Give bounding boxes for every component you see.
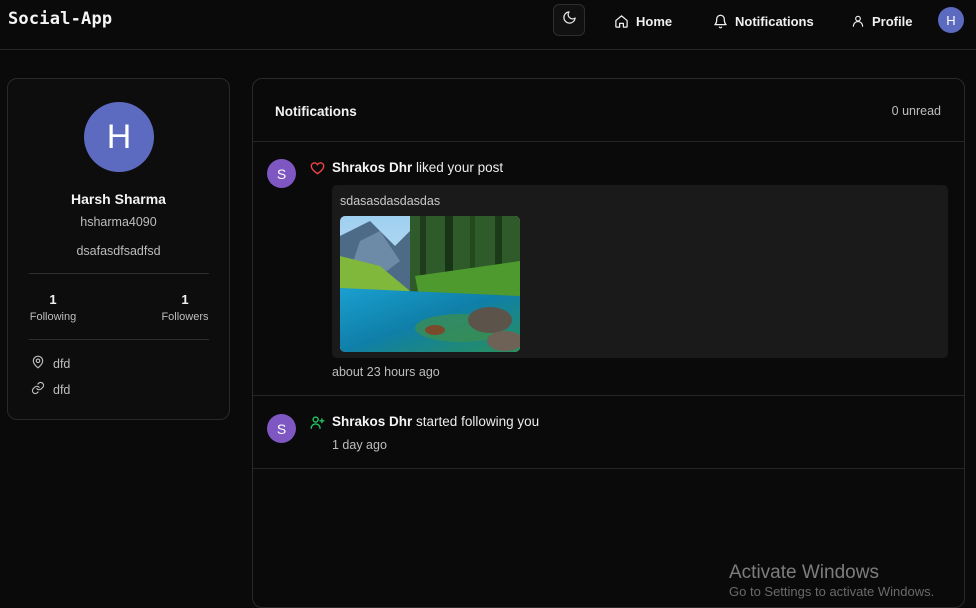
nav-notifications-label: Notifications [735, 13, 814, 29]
profile-name[interactable]: Harsh Sharma [8, 191, 229, 207]
notifications-title: Notifications [275, 104, 357, 119]
post-preview[interactable]: sdasasdasdasdas [332, 185, 948, 358]
website-text[interactable]: dfd [53, 383, 70, 397]
profile-location: dfd [31, 355, 70, 372]
divider [253, 395, 964, 396]
profile-website[interactable]: dfd [31, 381, 70, 398]
followers-count: 1 [181, 292, 189, 307]
profile-card: H Harsh Sharma hsharma4090 dsafasdfsadfs… [7, 78, 230, 420]
profile-bio: dsafasdfsadfsd [76, 244, 161, 258]
divider [29, 339, 209, 340]
unread-count: 0 unread [891, 104, 941, 118]
map-pin-icon [31, 355, 45, 372]
activate-windows-watermark: Activate Windows [729, 562, 879, 583]
following-label: Following [29, 311, 77, 323]
profile-username: hsharma4090 [80, 215, 157, 229]
heart-icon [310, 161, 325, 180]
moon-icon [562, 10, 577, 30]
divider [29, 273, 209, 274]
post-image[interactable] [340, 216, 520, 352]
app-brand[interactable]: Social-App [8, 9, 112, 29]
user-plus-icon [310, 415, 325, 434]
followers-label: Followers [161, 311, 209, 323]
notification-user[interactable]: Shrakos Dhr [332, 414, 412, 429]
theme-toggle-button[interactable] [553, 4, 585, 36]
post-text: sdasasdasdasdas [340, 194, 441, 208]
notification-avatar[interactable]: S [267, 159, 296, 188]
following-stat[interactable]: 1 Following [23, 292, 83, 323]
divider [253, 468, 964, 469]
notification-action: started following you [416, 414, 540, 429]
nav-profile-link[interactable]: Profile [851, 12, 912, 30]
user-avatar-button[interactable]: H [938, 7, 964, 33]
activate-windows-subtext: Go to Settings to activate Windows. [729, 584, 935, 599]
notification-user[interactable]: Shrakos Dhr [332, 160, 412, 175]
profile-avatar[interactable]: H [84, 102, 154, 172]
link-icon [31, 381, 45, 398]
bell-icon [713, 14, 728, 29]
location-text: dfd [53, 356, 71, 371]
notification-action: liked your post [416, 160, 504, 175]
nav-home-label: Home [636, 13, 673, 29]
nav-home-link[interactable]: Home [614, 12, 672, 30]
user-icon [851, 14, 865, 28]
notification-text: Shrakos Dhr liked your post [332, 160, 503, 175]
notification-avatar[interactable]: S [267, 414, 296, 443]
following-count: 1 [49, 292, 57, 307]
nav-notifications-link[interactable]: Notifications [713, 12, 814, 30]
nav-profile-label: Profile [872, 13, 913, 29]
notification-time: about 23 hours ago [332, 365, 440, 379]
divider [253, 141, 964, 142]
notifications-panel: Notifications 0 unread S Shrakos Dhr lik… [252, 78, 965, 608]
top-navbar: Social-App Home Notifications Profile H [0, 0, 976, 50]
followers-stat[interactable]: 1 Followers [155, 292, 215, 323]
notification-text: Shrakos Dhr started following you [332, 414, 539, 429]
home-icon [614, 14, 629, 29]
notification-time: 1 day ago [332, 438, 387, 452]
